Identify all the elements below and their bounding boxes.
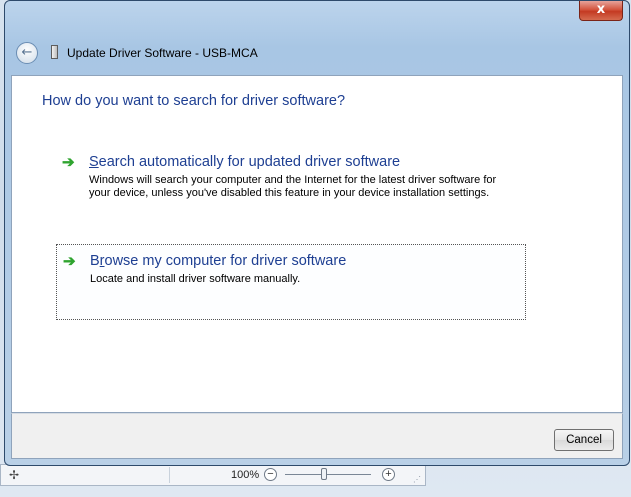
cancel-button[interactable]: Cancel (554, 429, 614, 451)
dialog-content: How do you want to search for driver sof… (11, 75, 623, 413)
option-description: Windows will search your computer and th… (89, 174, 497, 199)
browse-computer-option[interactable]: ➔ Browse my computer for driver software… (56, 244, 526, 320)
back-button[interactable]: ← (16, 42, 38, 64)
usb-device-icon (51, 45, 58, 59)
zoom-slider-thumb[interactable] (321, 468, 327, 480)
close-button[interactable]: x (579, 1, 623, 21)
update-driver-dialog: x ← Update Driver Software - USB-MCA How… (4, 0, 630, 466)
search-automatically-option[interactable]: ➔ Search automatically for updated drive… (56, 150, 526, 222)
status-divider (169, 467, 170, 483)
dialog-footer: Cancel (11, 413, 623, 459)
access-key: S (89, 154, 99, 170)
green-arrow-icon: ➔ (62, 154, 75, 171)
background-status-bar: ✢ 100% − + ⋰ (0, 464, 426, 486)
zoom-level: 100% (231, 469, 260, 481)
resize-grip-icon[interactable]: ⋰ (413, 475, 421, 484)
green-arrow-icon: ➔ (63, 253, 76, 270)
option-title[interactable]: Search automatically for updated driver … (89, 154, 400, 170)
option-description: Locate and install driver software manua… (90, 273, 301, 285)
zoom-slider-track[interactable] (285, 474, 371, 475)
zoom-in-button[interactable]: + (382, 468, 395, 481)
move-icon: ✢ (9, 468, 20, 482)
back-arrow-icon: ← (21, 45, 33, 60)
dialog-title: Update Driver Software - USB-MCA (67, 46, 258, 60)
zoom-out-button[interactable]: − (264, 468, 277, 481)
option-title[interactable]: Browse my computer for driver software (90, 253, 346, 269)
page-heading: How do you want to search for driver sof… (42, 93, 346, 109)
title-bar: x ← Update Driver Software - USB-MCA (5, 1, 629, 75)
